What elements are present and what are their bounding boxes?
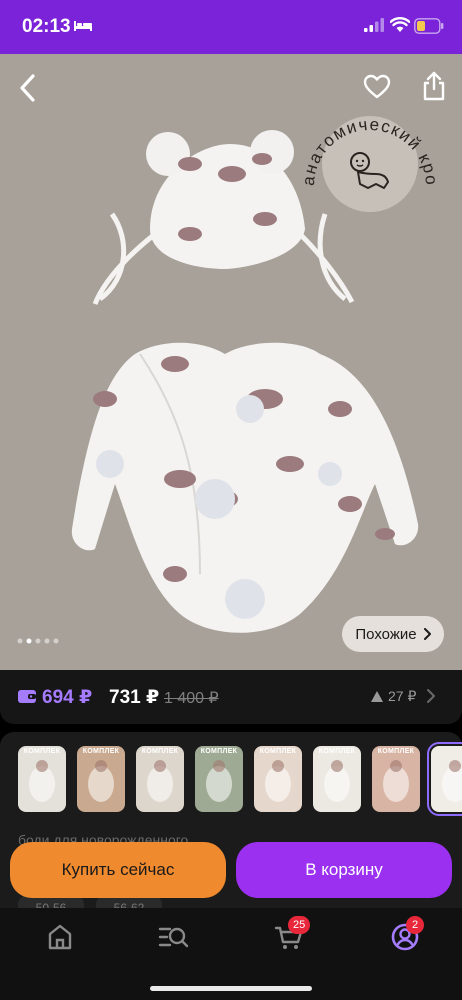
home-indicator: [150, 986, 312, 991]
home-icon[interactable]: [43, 920, 77, 954]
variant-thumbnail[interactable]: КОМПЛЕК: [195, 746, 243, 812]
battery-icon: [414, 18, 444, 34]
back-icon[interactable]: [14, 70, 42, 106]
variant-thumbnail[interactable]: КОМПЛЕК: [77, 746, 125, 812]
pagination-dot: [53, 638, 59, 644]
variant-thumbnail-label: КОМПЛЕК: [141, 748, 179, 755]
variant-thumbnail-label: КОМПЛЕК: [82, 748, 120, 755]
pagination-dot: [35, 638, 41, 644]
old-price: 1 400 ₽: [164, 690, 219, 707]
variant-photo: [29, 760, 55, 802]
variants-panel: КОМПЛЕК КОМПЛЕК КОМПЛЕК КОМПЛЕК КОМПЛЕК КОМПЛ…: [0, 732, 462, 932]
variant-thumbnail-label: КОМПЛЕК: [259, 748, 297, 755]
pagination-dot: [17, 638, 23, 644]
current-price: 731 ₽: [109, 687, 160, 708]
profile-badge: 2: [406, 916, 424, 934]
buy-now-button[interactable]: Купить сейчас: [10, 842, 226, 898]
triangle-up-icon: [371, 691, 383, 702]
variant-thumbnail[interactable]: КОМПЛЕК: [18, 746, 66, 812]
similar-button[interactable]: Похожие: [342, 616, 444, 652]
variant-thumbnail[interactable]: КОМПЛЕК: [254, 746, 302, 812]
status-bar: 02:13: [0, 0, 462, 54]
signal-icon: [364, 18, 384, 32]
variant-thumbnail-label: КОМПЛЕК: [200, 748, 238, 755]
variant-photo: [88, 760, 114, 802]
badge-curved-text: анатомический крой: [300, 94, 440, 189]
variant-thumbnail[interactable]: КОМПЛЕК: [372, 746, 420, 812]
wallet-icon: [18, 690, 36, 703]
baby-icon: [350, 152, 389, 189]
variant-photo: [324, 760, 350, 802]
variant-photo: [265, 760, 291, 802]
variant-thumbnail[interactable]: КОМПЛЕК: [136, 746, 184, 812]
variant-photo: [383, 760, 409, 802]
pagination-dot: [44, 638, 50, 644]
image-pagination-dots: [17, 638, 59, 644]
wallet-price: 694 ₽: [42, 687, 93, 708]
variant-photo: [206, 760, 232, 802]
variant-thumbnail[interactable]: [427, 742, 462, 816]
cart-badge: 25: [288, 916, 311, 934]
catalog-icon[interactable]: [156, 920, 190, 954]
variant-photo: [442, 760, 462, 802]
chevron-right-icon[interactable]: [426, 688, 436, 704]
product-image-gallery[interactable]: анатомический крой Похожие: [0, 54, 462, 670]
wifi-icon: [390, 17, 410, 32]
pagination-dot: [26, 638, 32, 644]
bed-icon: [74, 21, 92, 31]
similar-label: Похожие: [355, 625, 417, 643]
variant-photo: [147, 760, 173, 802]
price-change: 27 ₽: [388, 688, 417, 704]
add-to-cart-button[interactable]: В корзину: [236, 842, 452, 898]
variant-thumbnail-label: КОМПЛЕК: [318, 748, 356, 755]
variant-thumbnail-label: КОМПЛЕК: [377, 748, 415, 755]
chevron-right-icon: [423, 628, 431, 640]
variant-thumbnail-label: КОМПЛЕК: [23, 748, 61, 755]
variant-thumbnail[interactable]: КОМПЛЕК: [313, 746, 361, 812]
status-time: 02:13: [22, 16, 71, 37]
price-bar[interactable]: 694 ₽ 731 ₽ 1 400 ₽ 27 ₽: [0, 670, 462, 724]
